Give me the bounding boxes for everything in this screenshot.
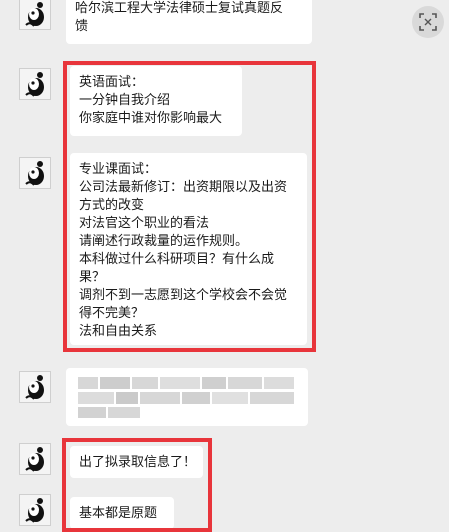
blur-block [202,377,226,389]
blur-block [160,377,200,389]
blur-block [228,377,262,389]
message-line: 英语面试： [79,75,145,90]
message-bubble[interactable]: 专业课面试： 公司法最新修订：出资期限以及出资 方式的改变 对法官这个职业的看法… [70,153,307,345]
message-bubble[interactable]: 基本都是原题 [70,497,174,529]
message-line: 公司法最新修订：出资期限以及出资 [79,180,288,195]
blurred-message-bubble[interactable] [66,368,308,426]
message-line: 调剂不到一志愿到这个学校会不会觉 [79,288,288,303]
message-line: 请阐述行政裁量的运作规则。 [79,234,249,249]
avatar[interactable] [19,157,51,189]
message-line: 得不完美？ [79,306,145,321]
message-line: 果？ [79,270,106,285]
avatar[interactable] [19,371,51,403]
blur-block [116,392,138,404]
message-line: 专业课面试： [79,162,158,177]
blur-block [140,392,180,404]
message-line: 对法官这个职业的看法 [79,216,210,231]
avatar[interactable] [19,443,51,475]
scan-button[interactable] [412,6,444,38]
message-line: 馈 [75,19,89,34]
blur-block [100,377,130,389]
message-bubble[interactable]: 英语面试： 一分钟自我介绍 你家庭中谁对你影响最大 [70,66,242,136]
message-line: 本科做过什么科研项目？有什么成 [79,252,275,267]
blur-block [212,392,248,404]
avatar[interactable] [19,0,51,30]
message-bubble[interactable]: 哈尔滨工程大学法律硕士复试真题反 馈 [66,0,312,44]
panda-avatar-icon [20,0,50,29]
blur-block [182,392,210,404]
avatar[interactable] [19,68,51,100]
scan-icon [419,13,437,31]
panda-avatar-icon [20,495,50,525]
message-line: 一分钟自我介绍 [79,93,171,108]
panda-avatar-icon [20,69,50,99]
blur-block [78,392,114,404]
blur-block [78,377,98,389]
blur-block [108,407,140,418]
blur-block [250,392,294,404]
message-bubble[interactable]: 出了拟录取信息了！ [70,446,203,478]
message-line: 出了拟录取信息了！ [79,455,197,470]
panda-avatar-icon [20,158,50,188]
blur-block [78,407,106,418]
message-line: 你家庭中谁对你影响最大 [79,111,223,126]
avatar[interactable] [19,494,51,526]
blur-block [264,377,294,389]
panda-avatar-icon [20,372,50,402]
message-line: 基本都是原题 [79,506,158,521]
message-line: 方式的改变 [79,198,145,213]
blur-block [132,377,158,389]
message-line: 法和自由关系 [79,324,158,339]
message-line: 哈尔滨工程大学法律硕士复试真题反 [75,1,284,16]
panda-avatar-icon [20,444,50,474]
